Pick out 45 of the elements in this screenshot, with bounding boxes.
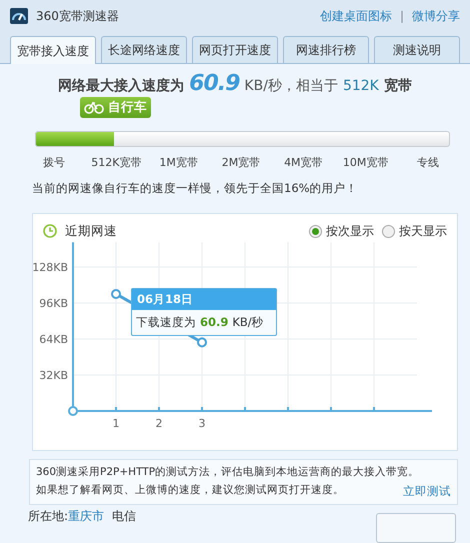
speedometer-icon bbox=[10, 8, 28, 24]
scale-label: 4M宽带 bbox=[283, 155, 324, 171]
section-title: 近期网速 bbox=[65, 222, 117, 240]
data-point bbox=[111, 288, 121, 298]
tab[interactable]: 长途网络速度 bbox=[101, 36, 187, 63]
scale-label: 2M宽带 bbox=[220, 155, 262, 171]
radio-option[interactable]: 按次显示 bbox=[309, 222, 374, 240]
info-text: 如果想了解看网页、上微博的速度，建议您测试网页打开速度。 bbox=[36, 483, 344, 498]
x-tick-label: 2 bbox=[156, 416, 162, 430]
y-tick-label: 64KB bbox=[39, 332, 68, 346]
isp-text: 电信 bbox=[112, 508, 136, 526]
scale-label: 512K宽带 bbox=[90, 155, 142, 171]
result-text: 网络最大接入速度为 bbox=[58, 76, 184, 96]
info-text: 360测速采用P2P+HTTP的测试方法，评估电脑到本地运营商的最大接入带宽。 bbox=[36, 464, 420, 480]
unit-text: KB/秒，相当于 bbox=[244, 77, 338, 96]
speed-value: 60.9 bbox=[189, 72, 240, 96]
speed-comment: 当前的网速像自行车的速度一样慢，领先于全国16%的用户！ bbox=[31, 180, 359, 196]
retest-button[interactable] bbox=[376, 513, 456, 543]
city-link[interactable]: 重庆市 bbox=[68, 507, 104, 526]
tooltip-unit: KB/秒 bbox=[232, 314, 264, 331]
scale-label: 拨号 bbox=[42, 155, 66, 171]
clock-icon bbox=[43, 224, 57, 238]
location-label: 所在地: bbox=[28, 508, 68, 526]
tab[interactable]: 测速说明 bbox=[374, 36, 460, 63]
x-tick-label: 3 bbox=[198, 416, 206, 430]
bandwidth-value: 512K bbox=[342, 77, 379, 96]
y-tick-label: 128KB bbox=[33, 260, 68, 274]
tab[interactable]: 网速排行榜 bbox=[283, 36, 369, 63]
window-title: 360宽带测速器 bbox=[36, 8, 119, 25]
tab[interactable]: 网页打开速度 bbox=[192, 36, 278, 63]
result-text: 宽带 bbox=[384, 76, 412, 96]
radio-option[interactable]: 按天显示 bbox=[382, 222, 447, 240]
tooltip-value: 60.9 bbox=[200, 314, 228, 331]
scale-label: 10M宽带 bbox=[342, 155, 390, 171]
test-now-link[interactable]: 立即测试 bbox=[403, 481, 451, 502]
tab[interactable]: 宽带接入速度 bbox=[10, 36, 96, 64]
scale-label: 1M宽带 bbox=[158, 155, 199, 171]
tooltip-label: 下载速度为 bbox=[136, 314, 196, 331]
speed-badge: 自行车 bbox=[80, 97, 151, 118]
separator-text: | bbox=[400, 8, 404, 25]
y-tick-label: 32KB bbox=[39, 368, 68, 382]
tooltip-date: 06月18日 bbox=[132, 288, 276, 310]
scale-label: 专线 bbox=[416, 155, 440, 171]
x-tick-label: 1 bbox=[112, 416, 120, 430]
y-tick-label: 96KB bbox=[39, 296, 68, 310]
